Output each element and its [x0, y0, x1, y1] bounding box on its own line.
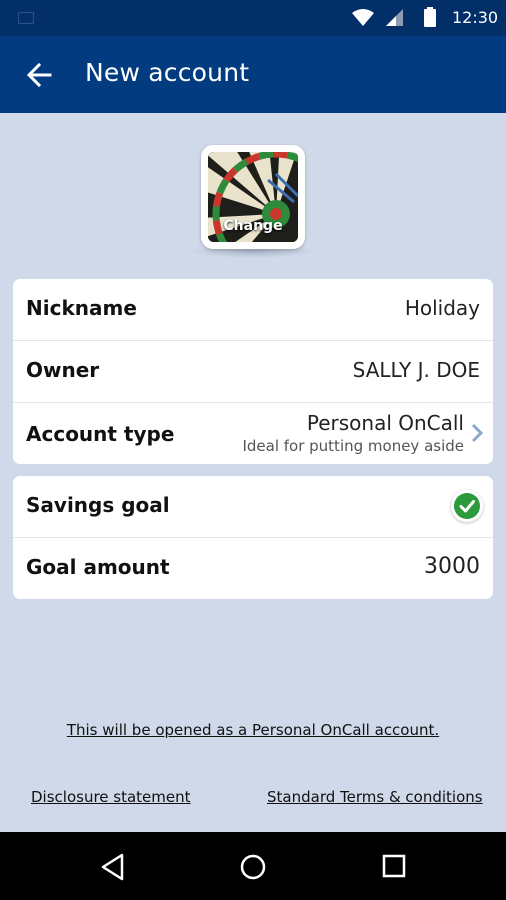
nickname-value: Holiday — [404, 296, 480, 320]
app-bar: New account — [0, 36, 506, 113]
signal-icon — [386, 9, 403, 26]
nickname-label: Nickname — [26, 296, 137, 320]
page-title: New account — [85, 58, 250, 87]
change-image-label: Change — [223, 218, 283, 234]
account-type-value: Personal OnCall — [306, 411, 464, 435]
owner-label: Owner — [26, 358, 100, 382]
account-type-row[interactable]: Account type Personal OnCall Ideal for p… — [13, 403, 493, 464]
disclosure-statement-link[interactable]: Disclosure statement — [31, 788, 191, 806]
goal-amount-value: 3000 — [424, 554, 480, 579]
chevron-right-icon — [471, 423, 483, 443]
owner-row: Owner SALLY J. DOE — [13, 341, 493, 403]
check-circle-icon — [454, 493, 480, 519]
nickname-row[interactable]: Nickname Holiday — [13, 279, 493, 341]
terms-conditions-link[interactable]: Standard Terms & conditions — [267, 788, 483, 806]
savings-goal-checkbox[interactable] — [451, 490, 483, 522]
account-type-description: Ideal for putting money aside — [242, 437, 464, 455]
arrow-left-icon — [26, 62, 52, 88]
savings-card: Savings goal Goal amount 3000 — [13, 476, 493, 599]
back-button[interactable] — [20, 56, 58, 94]
account-details-card: Nickname Holiday Owner SALLY J. DOE Acco… — [13, 279, 493, 464]
nav-back-icon[interactable] — [98, 852, 128, 882]
account-image-button[interactable]: Change — [201, 145, 305, 249]
savings-goal-row[interactable]: Savings goal — [13, 476, 493, 538]
savings-goal-label: Savings goal — [26, 493, 170, 517]
status-bar: 12:30 — [0, 0, 506, 36]
goal-amount-label: Goal amount — [26, 555, 170, 579]
account-type-label: Account type — [26, 422, 175, 446]
account-info-link[interactable]: This will be opened as a Personal OnCall… — [0, 721, 506, 739]
nav-recents-icon[interactable] — [380, 852, 410, 882]
goal-amount-row[interactable]: Goal amount 3000 — [13, 538, 493, 599]
notification-icon — [18, 12, 34, 24]
status-time: 12:30 — [452, 8, 499, 27]
dartboard-image: Change — [208, 152, 298, 242]
wifi-icon — [352, 9, 374, 26]
battery-icon — [424, 7, 436, 27]
nav-home-icon[interactable] — [238, 852, 268, 882]
system-nav-bar — [0, 832, 506, 900]
owner-value: SALLY J. DOE — [352, 358, 480, 382]
